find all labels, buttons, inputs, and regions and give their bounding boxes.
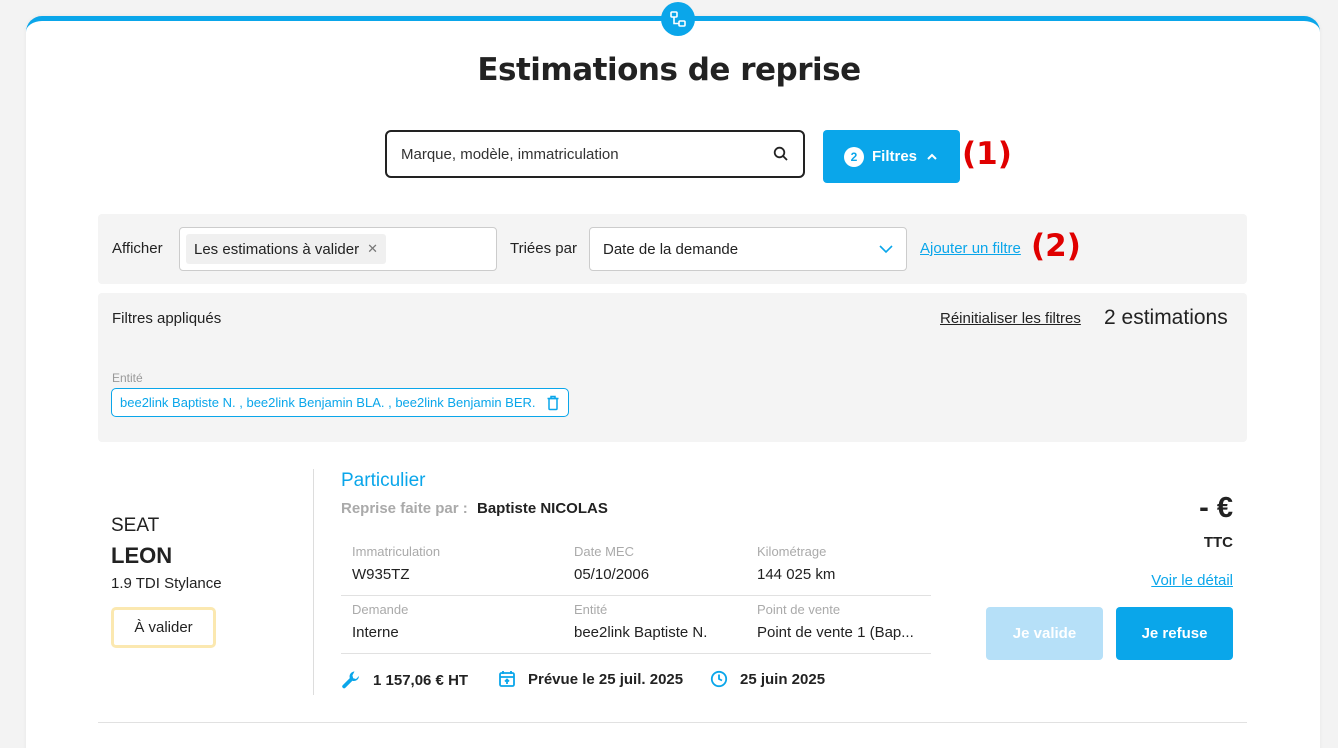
planned-date: Prévue le 25 juil. 2025: [498, 670, 683, 688]
plate-value: W935TZ: [352, 566, 410, 583]
price-ttc-label: TTC: [1203, 534, 1233, 551]
annotation-1: (1): [962, 136, 1012, 172]
network-icon[interactable]: [661, 2, 695, 36]
estimate-price: - €: [1199, 492, 1233, 524]
owner-type: Particulier: [341, 470, 426, 491]
km-value: 144 025 km: [757, 566, 836, 583]
clock-icon: [710, 670, 728, 688]
mec-label: Date MEC: [574, 544, 634, 559]
sort-value: Date de la demande: [603, 240, 739, 258]
vehicle-version: 1.9 TDI Stylance: [111, 575, 222, 592]
filter-count-badge: 2: [843, 146, 864, 167]
page-title: Estimations de reprise: [477, 52, 861, 88]
chevron-down-icon: [879, 245, 893, 254]
row-divider: [341, 653, 931, 654]
vertical-divider: [313, 469, 314, 695]
point-of-sale-value: Point de vente 1 (Bap...: [757, 624, 914, 641]
taken-by-label: Reprise faite par :: [341, 500, 468, 517]
reset-filters-link[interactable]: Réinitialiser les filtres: [940, 310, 1081, 327]
filters-label: Filtres: [871, 148, 917, 165]
km-label: Kilométrage: [757, 544, 827, 559]
entity-label: Entité: [574, 602, 608, 617]
entity-filter-value: bee2link Baptiste N. , bee2link Benjamin…: [120, 395, 536, 410]
refuse-button[interactable]: Je refuse: [1116, 607, 1233, 660]
applied-filters-panel: Filtres appliqués Réinitialiser les filt…: [98, 293, 1247, 442]
show-label: Afficher: [112, 240, 163, 257]
annotation-2: (2): [1031, 228, 1081, 264]
row-divider: [341, 595, 931, 596]
search-input[interactable]: Marque, modèle, immatriculation: [385, 130, 805, 178]
show-filter-chip: Les estimations à valider ✕: [186, 234, 386, 264]
add-filter-link[interactable]: Ajouter un filtre: [920, 240, 1021, 257]
request-label: Demande: [352, 602, 409, 617]
view-detail-link[interactable]: Voir le détail: [1151, 572, 1233, 589]
created-date: 25 juin 2025: [710, 670, 825, 688]
filters-button[interactable]: 2 Filtres: [823, 130, 960, 183]
status-badge: À valider: [111, 607, 216, 648]
validate-button[interactable]: Je valide: [986, 607, 1103, 660]
repair-cost-value: 1 157,06 € HT: [373, 671, 469, 689]
vehicle-model: LEON: [111, 543, 173, 568]
repair-cost: 1 157,06 € HT: [341, 670, 468, 690]
entity-filter-chip[interactable]: bee2link Baptiste N. , bee2link Benjamin…: [111, 388, 569, 417]
vehicle-info: SEAT LEON 1.9 TDI Stylance: [111, 515, 222, 592]
search-icon[interactable]: [773, 146, 789, 162]
planned-date-value: Prévue le 25 juil. 2025: [528, 670, 684, 688]
close-icon[interactable]: ✕: [367, 241, 378, 257]
mec-value: 05/10/2006: [574, 566, 650, 583]
show-filter-select[interactable]: Les estimations à valider ✕: [179, 227, 497, 271]
created-date-value: 25 juin 2025: [740, 670, 826, 688]
chevron-up-icon: [927, 153, 937, 160]
entity-value: bee2link Baptiste N.: [574, 624, 708, 641]
taken-by-value: Baptiste NICOLAS: [477, 500, 608, 517]
plate-label: Immatriculation: [352, 544, 441, 559]
show-filter-chip-label: Les estimations à valider: [194, 240, 360, 258]
calendar-icon: [499, 671, 515, 687]
vehicle-brand: SEAT: [111, 515, 160, 536]
request-value: Interne: [352, 624, 399, 641]
wrench-icon: [342, 671, 359, 689]
results-count: 2 estimations: [1104, 306, 1228, 329]
sort-label: Triées par: [510, 240, 577, 257]
point-of-sale-label: Point de vente: [757, 602, 841, 617]
list-divider: [98, 722, 1247, 723]
applied-filters-title: Filtres appliqués: [112, 310, 222, 327]
entity-filter-label: Entité: [112, 371, 143, 385]
search-placeholder: Marque, modèle, immatriculation: [401, 145, 619, 163]
sort-select[interactable]: Date de la demande: [589, 227, 907, 271]
trash-icon[interactable]: [546, 395, 560, 411]
